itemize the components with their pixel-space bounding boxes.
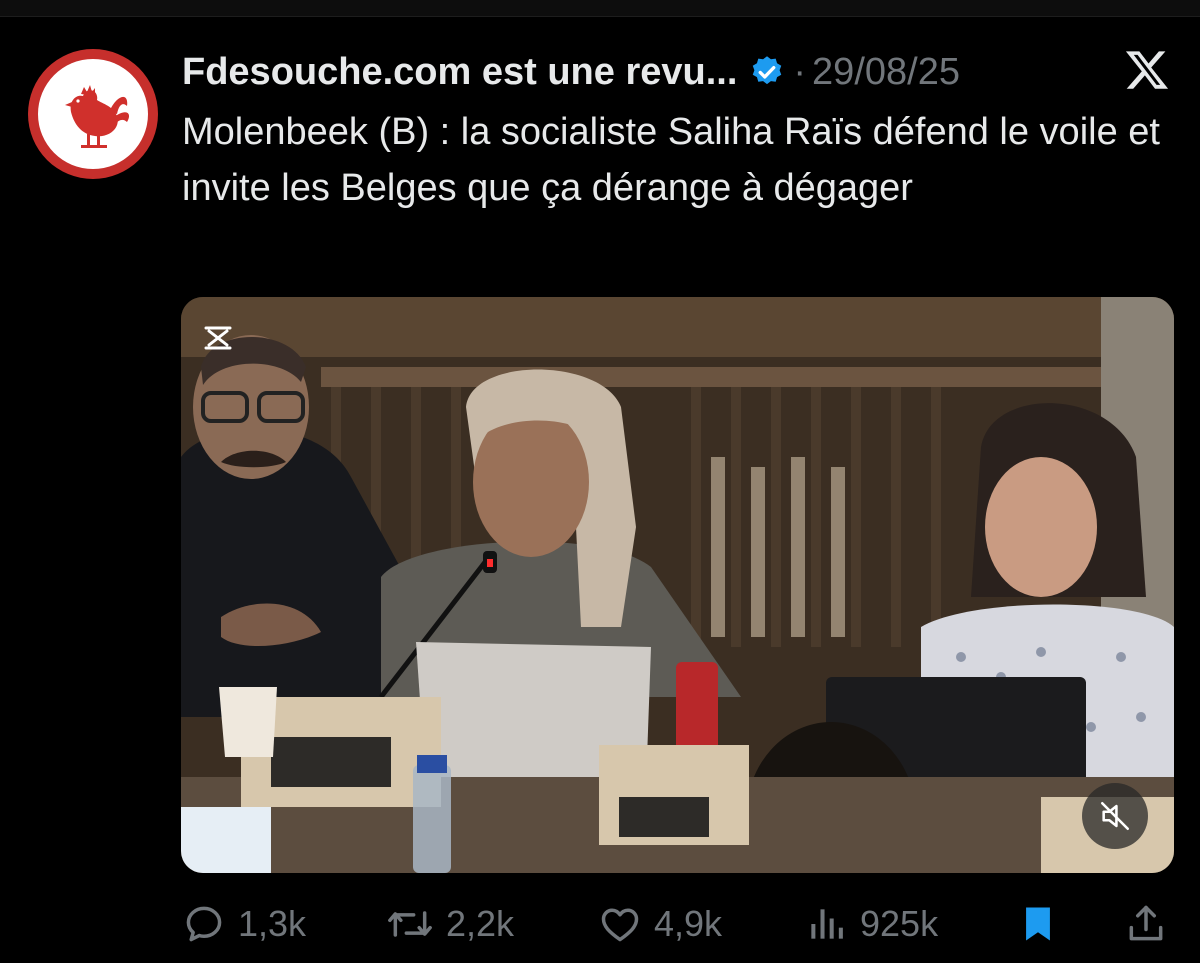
author-name[interactable]: Fdesouche.com est une revu... [182,51,737,94]
heart-icon [601,908,639,942]
post-header: Fdesouche.com est une revu... · 29/08/25 [182,44,1172,100]
views-button[interactable]: 925k [804,896,938,952]
post-text: Molenbeek (B) : la socialiste Saliha Raï… [182,111,1160,209]
bookmark-button[interactable] [1016,896,1060,952]
reply-button[interactable]: 1,3k [182,896,306,952]
mute-button[interactable] [1082,783,1148,849]
author-avatar[interactable] [28,49,158,179]
bookmark-icon [1026,907,1050,941]
like-button[interactable]: 4,9k [598,896,722,952]
capcut-icon [203,325,233,351]
repost-icon [388,911,432,937]
reply-icon [186,906,222,942]
video-frame [181,297,1174,873]
share-button[interactable] [1124,896,1168,952]
repost-count: 2,2k [446,903,515,944]
action-bar: 1,3k 2,2k 4,9k 925k [182,896,1172,952]
share-icon [1129,905,1163,941]
views-icon [811,909,843,939]
separator-dot: · [793,50,807,93]
verified-badge-icon [749,54,785,90]
x-logo-icon[interactable] [1124,47,1170,93]
like-count: 4,9k [654,903,723,944]
muted-speaker-icon [1100,801,1130,831]
video-player[interactable] [181,297,1174,873]
views-count: 925k [860,903,939,944]
top-divider [0,0,1200,17]
repost-button[interactable]: 2,2k [386,896,514,952]
reply-count: 1,3k [238,903,307,944]
rooster-logo-icon [38,59,148,169]
post-date[interactable]: 29/08/25 [812,51,960,94]
